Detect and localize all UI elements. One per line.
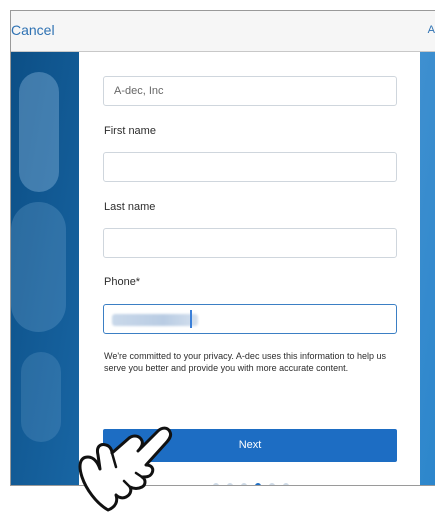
- page-dot: [241, 483, 247, 485]
- phone-label: Phone*: [104, 276, 141, 288]
- page-dot: [283, 483, 289, 485]
- page-dot: [213, 483, 219, 485]
- cancel-button[interactable]: Cancel: [11, 22, 55, 38]
- nav-right-button[interactable]: A: [428, 24, 435, 36]
- first-name-label: First name: [104, 125, 156, 137]
- page-dot: [269, 483, 275, 485]
- phone-value-obscured: [112, 314, 198, 326]
- phone-field[interactable]: [103, 304, 397, 334]
- first-name-field[interactable]: [103, 152, 397, 182]
- pointer-hand-icon: [78, 426, 173, 512]
- company-field[interactable]: A-dec, Inc: [103, 76, 397, 106]
- page-dot: [227, 483, 233, 485]
- navigation-bar: Cancel A: [11, 11, 435, 52]
- text-cursor: [190, 310, 192, 328]
- page-dot-active: [255, 483, 261, 485]
- privacy-notice: We're committed to your privacy. A-dec u…: [104, 351, 387, 373]
- last-name-label: Last name: [104, 201, 156, 213]
- last-name-field[interactable]: [103, 228, 397, 258]
- pagination-dots: [213, 476, 297, 485]
- company-value: A-dec, Inc: [114, 85, 164, 97]
